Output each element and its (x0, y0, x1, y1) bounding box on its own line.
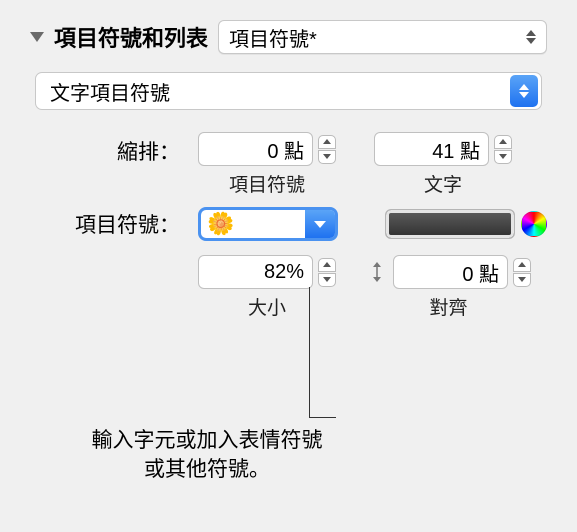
stepper-down-icon[interactable] (318, 150, 336, 164)
align-stepper[interactable] (513, 258, 531, 287)
stepper-down-icon[interactable] (513, 273, 531, 287)
stepper-up-icon[interactable] (318, 258, 336, 272)
bullet-indent-stepper[interactable] (318, 135, 336, 164)
text-indent-input[interactable]: 41 點 (374, 132, 489, 166)
callout-leader-line (309, 417, 336, 418)
size-input[interactable]: 82% (198, 255, 313, 289)
color-picker-icon[interactable] (521, 211, 547, 237)
bullet-label: 項目符號： (30, 209, 180, 239)
bullet-indent-input[interactable]: 0 點 (198, 132, 313, 166)
bullet-indent-sublabel: 項目符號 (229, 170, 305, 197)
stepper-up-icon[interactable] (513, 258, 531, 272)
callout-leader-line (309, 287, 310, 417)
dropdown-arrow-icon (305, 210, 335, 238)
stepper-up-icon[interactable] (494, 135, 512, 149)
size-value: 82% (264, 261, 304, 284)
text-indent-value: 41 點 (432, 135, 480, 164)
align-input[interactable]: 0 點 (393, 255, 508, 289)
bullet-emoji-display: 🌼 (201, 210, 305, 238)
popup-arrow-icon (510, 75, 538, 107)
bullet-type-popup[interactable]: 文字項目符號 (35, 72, 542, 110)
stepper-down-icon[interactable] (494, 150, 512, 164)
stepper-up-icon[interactable] (318, 135, 336, 149)
updown-chevron-icon (526, 30, 536, 44)
callout-line2: 或其他符號。 (144, 458, 270, 481)
vertical-align-icon (366, 260, 388, 284)
bullet-color-well[interactable] (385, 209, 515, 239)
indent-label: 縮排： (30, 132, 180, 166)
bullet-indent-value: 0 點 (267, 135, 304, 164)
section-title: 項目符號和列表 (54, 21, 208, 53)
text-indent-stepper[interactable] (494, 135, 512, 164)
list-style-popup[interactable]: 項目符號* (218, 20, 547, 54)
list-style-popup-label: 項目符號* (229, 23, 317, 52)
bullet-character-popup[interactable]: 🌼 (198, 207, 338, 241)
align-sublabel: 對齊 (429, 293, 467, 320)
bullet-type-popup-label: 文字項目符號 (50, 77, 170, 106)
text-indent-sublabel: 文字 (424, 170, 462, 197)
size-sublabel: 大小 (248, 293, 286, 320)
callout-text: 輸入字元或加入表情符號 或其他符號。 (62, 427, 352, 484)
disclosure-triangle-icon[interactable] (30, 32, 44, 42)
stepper-down-icon[interactable] (318, 273, 336, 287)
size-stepper[interactable] (318, 258, 336, 287)
callout-line1: 輸入字元或加入表情符號 (92, 429, 323, 452)
align-value: 0 點 (462, 258, 499, 287)
